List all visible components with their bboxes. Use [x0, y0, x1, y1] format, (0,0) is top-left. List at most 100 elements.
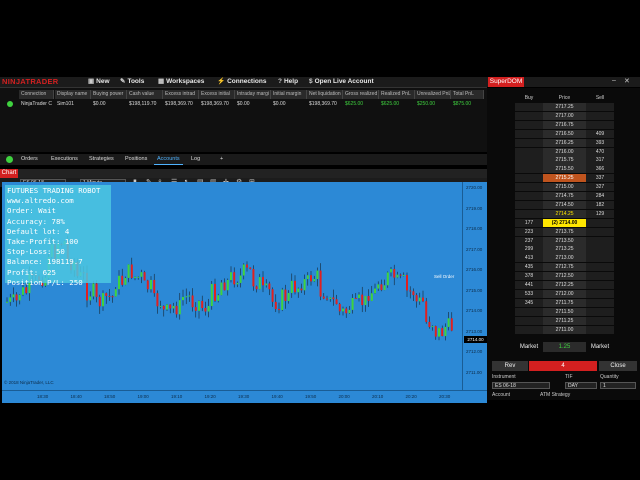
dom-price-cell[interactable]: 2713.25 — [543, 245, 586, 254]
dom-sell-cell[interactable] — [586, 289, 614, 299]
dom-buy-cell[interactable] — [515, 174, 543, 183]
dom-sell-cell[interactable] — [586, 227, 614, 236]
tab-orders[interactable]: Orders — [18, 155, 41, 164]
dom-price-cell[interactable]: 2711.25 — [543, 316, 586, 325]
dom-price-cell[interactable]: 2714.75 — [543, 192, 586, 201]
dom-price-cell[interactable]: 2717.00 — [543, 111, 586, 121]
dom-price-cell[interactable]: 2712.00 — [543, 289, 586, 299]
dom-price-cell[interactable]: 2711.00 — [543, 325, 586, 334]
grid-header[interactable]: Cash value — [127, 90, 163, 99]
dom-price-cell[interactable]: 2717.25 — [543, 103, 586, 112]
grid-header[interactable]: Net liquidation — [307, 90, 343, 99]
dom-price-cell[interactable]: 2712.50 — [543, 272, 586, 281]
dom-sell-cell[interactable]: 182 — [586, 200, 614, 210]
dom-sell-cell[interactable]: 393 — [586, 138, 614, 147]
close-icon[interactable]: ✕ — [624, 77, 630, 85]
grid-header[interactable]: Realized PnL — [379, 90, 415, 99]
menu-open-live-account[interactable]: $ Open Live Account — [309, 77, 374, 87]
dom-buy-cell[interactable] — [515, 325, 543, 334]
dom-sell-cell[interactable] — [586, 120, 614, 129]
dom-price-cell[interactable]: 2715.50 — [543, 165, 586, 174]
dom-buy-cell[interactable] — [515, 147, 543, 156]
grid-header[interactable]: Initial margin — [271, 90, 307, 99]
market-buy-button[interactable]: Market — [515, 342, 543, 352]
tab-log[interactable]: Log — [188, 155, 203, 164]
price-axis[interactable]: 2720.00 2719.00 2718.00 2717.00 2716.00 2715.… — [462, 182, 488, 390]
dom-buy-cell[interactable] — [515, 129, 543, 138]
sell-order-label[interactable]: Sell Order — [434, 274, 454, 279]
dom-sell-cell[interactable] — [586, 298, 614, 307]
dom-buy-cell[interactable] — [515, 120, 543, 129]
grid-header[interactable]: Intraday margi — [235, 90, 271, 99]
tab-positions[interactable]: Positions — [122, 155, 150, 164]
dom-buy-cell[interactable]: 177 — [515, 218, 543, 227]
dom-price-cell[interactable]: 2712.75 — [543, 263, 586, 272]
dom-buy-cell[interactable]: 435 — [515, 263, 543, 272]
dom-price-cell[interactable]: 2715.25 — [543, 174, 586, 183]
dom-sell-cell[interactable] — [586, 281, 614, 290]
dom-price-cell[interactable]: 2714.50 — [543, 200, 586, 210]
dom-buy-cell[interactable] — [515, 209, 543, 218]
dom-buy-cell[interactable] — [515, 103, 543, 112]
grid-header[interactable]: Unrealized PnL — [415, 90, 451, 99]
market-sell-button[interactable]: Market — [586, 342, 614, 352]
dom-price-cell[interactable]: 2713.75 — [543, 227, 586, 236]
dom-price-cell[interactable]: 2716.25 — [543, 138, 586, 147]
grid-header[interactable]: Connection — [19, 90, 54, 99]
dom-buy-cell[interactable] — [515, 316, 543, 325]
dom-price-cell[interactable]: 2713.50 — [543, 236, 586, 245]
dom-buy-cell[interactable]: 441 — [515, 281, 543, 290]
dom-instrument-selector[interactable]: ES 06-18 — [492, 382, 550, 389]
tab-strategies[interactable]: Strategies — [86, 155, 117, 164]
dom-buy-cell[interactable]: 533 — [515, 289, 543, 299]
dom-buy-cell[interactable] — [515, 307, 543, 316]
dom-buy-cell[interactable] — [515, 138, 543, 147]
dom-sell-cell[interactable] — [586, 272, 614, 281]
reverse-button[interactable]: Rev — [492, 361, 528, 371]
dom-sell-cell[interactable] — [586, 316, 614, 325]
menu-tools[interactable]: ✎ Tools — [120, 77, 144, 87]
menu-new[interactable]: ▣ New — [88, 77, 110, 87]
dom-sell-cell[interactable]: 337 — [586, 174, 614, 183]
dom-buy-cell[interactable]: 413 — [515, 254, 543, 263]
tif-selector[interactable]: DAY — [565, 382, 597, 389]
dom-sell-cell[interactable]: 470 — [586, 147, 614, 156]
dom-buy-cell[interactable] — [515, 183, 543, 192]
menu-connections[interactable]: ⚡ Connections — [217, 77, 266, 87]
grid-header[interactable]: Excess initial — [199, 90, 235, 99]
dom-price-cell[interactable]: 2714.25 — [543, 209, 586, 218]
dom-buy-cell[interactable]: 345 — [515, 298, 543, 307]
minimize-icon[interactable]: – — [612, 77, 616, 84]
dom-sell-cell[interactable] — [586, 263, 614, 272]
tab-executions[interactable]: Executions — [48, 155, 81, 164]
dom-buy-cell[interactable]: 299 — [515, 245, 543, 254]
dom-sell-cell[interactable]: 327 — [586, 183, 614, 192]
dom-buy-cell[interactable] — [515, 200, 543, 210]
grid-header[interactable]: Gross realized — [343, 90, 379, 99]
dom-price-cell[interactable]: 2711.50 — [543, 307, 586, 316]
dom-price-cell[interactable]: 2715.00 — [543, 183, 586, 192]
dom-price-cell[interactable]: 2716.00 — [543, 147, 586, 156]
dom-price-cell[interactable]: 2716.75 — [543, 120, 586, 129]
dom-price-cell[interactable]: 2715.75 — [543, 156, 586, 165]
dom-buy-cell[interactable] — [515, 165, 543, 174]
dom-buy-cell[interactable] — [515, 156, 543, 165]
close-position-button[interactable]: Close — [599, 361, 637, 371]
dom-sell-cell[interactable] — [586, 236, 614, 245]
dom-price-cell[interactable]: (2) 2714.00 — [543, 218, 586, 227]
time-axis[interactable]: 18:30 18:40 18:50 19:00 19:10 19:20 19:30 19:40… — [2, 390, 487, 403]
dom-sell-cell[interactable] — [586, 307, 614, 316]
dom-sell-cell[interactable] — [586, 245, 614, 254]
dom-sell-cell[interactable]: 129 — [586, 209, 614, 218]
dom-sell-cell[interactable]: 409 — [586, 129, 614, 138]
grid-header[interactable]: Display name — [55, 90, 91, 99]
menu-help[interactable]: ? Help — [278, 77, 298, 87]
dom-sell-cell[interactable] — [586, 218, 614, 227]
dom-price-cell[interactable]: 2713.00 — [543, 254, 586, 263]
grid-header[interactable]: Excess intrad — [163, 90, 199, 99]
menu-workspaces[interactable]: ▦ Workspaces — [158, 77, 204, 87]
dom-buy-cell[interactable] — [515, 192, 543, 201]
dom-buy-cell[interactable] — [515, 111, 543, 121]
dom-price-cell[interactable]: 2712.25 — [543, 281, 586, 290]
dom-sell-cell[interactable] — [586, 111, 614, 121]
